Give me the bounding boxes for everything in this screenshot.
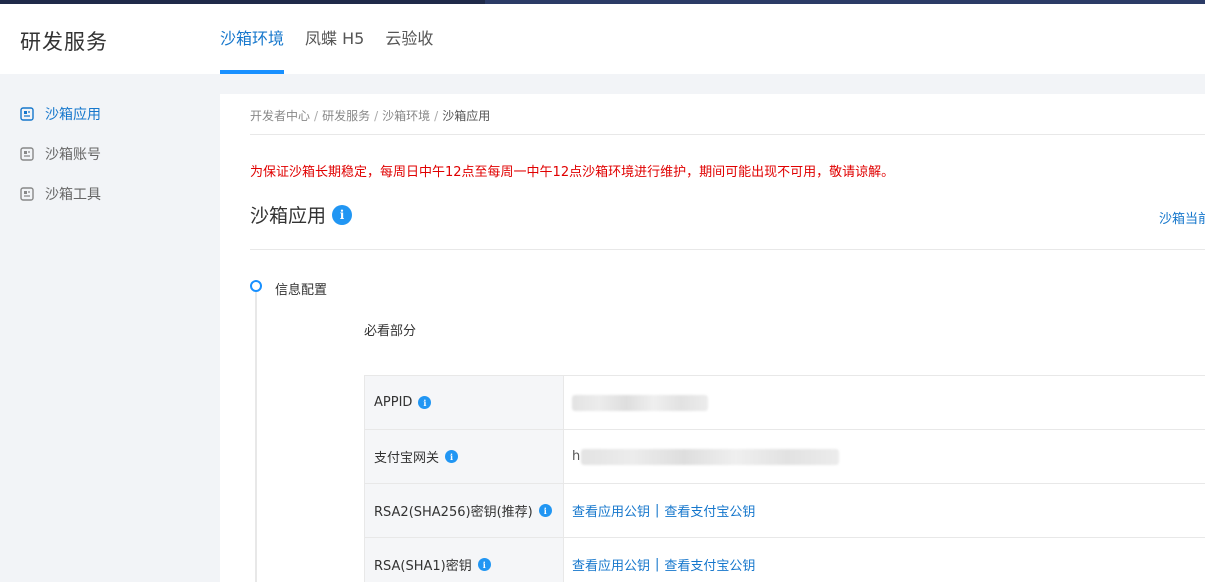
sidebar-item-label: 沙箱工具 <box>45 187 101 203</box>
view-alipay-public-key-link[interactable]: 查看支付宝公钥 <box>664 555 755 574</box>
config-value <box>564 376 1205 429</box>
info-icon[interactable]: i <box>445 450 459 463</box>
page-title-text: 沙箱应用 <box>250 205 327 227</box>
app-icon <box>20 147 34 161</box>
top-nav: 沙箱环境 凤蝶 H5 云验收 <box>220 4 454 74</box>
breadcrumb-sandbox-env[interactable]: 沙箱环境 <box>382 109 430 123</box>
breadcrumb: 开发者中心 / 研发服务 / 沙箱环境 / 沙箱应用 <box>250 107 490 124</box>
tab-sandbox[interactable]: 沙箱环境 <box>220 4 285 74</box>
config-key-label: RSA2(SHA256)密钥(推荐) <box>374 505 533 520</box>
view-app-public-key-link[interactable]: 查看应用公钥 <box>572 555 650 574</box>
tab-fengdie-h5[interactable]: 凤蝶 H5 <box>305 4 364 74</box>
sidebar-item-sandbox-tools[interactable]: 沙箱工具 <box>20 184 101 204</box>
view-alipay-public-key-link[interactable]: 查看支付宝公钥 <box>664 501 755 520</box>
section-label: 必看部分 <box>364 324 417 339</box>
breadcrumb-current: 沙箱应用 <box>442 109 491 123</box>
sidebar-item-sandbox-account[interactable]: 沙箱账号 <box>20 144 101 164</box>
link-separator: | <box>655 557 660 572</box>
sidebar-item-sandbox-app[interactable]: 沙箱应用 <box>20 104 101 124</box>
sidebar-item-label: 沙箱账号 <box>45 147 101 163</box>
header-band <box>0 74 1205 94</box>
redacted-value <box>572 394 708 411</box>
breadcrumb-developer-center[interactable]: 开发者中心 <box>250 109 310 123</box>
view-app-public-key-link[interactable]: 查看应用公钥 <box>572 501 650 520</box>
config-key-label: 支付宝网关 <box>374 451 440 466</box>
gateway-prefix: h <box>572 449 581 464</box>
timeline-line <box>255 292 257 582</box>
config-value: h <box>564 430 1205 483</box>
config-key: 支付宝网关 i <box>364 430 564 483</box>
divider <box>250 249 1205 250</box>
main-content: 开发者中心 / 研发服务 / 沙箱环境 / 沙箱应用 为保证沙箱长期稳定，每周日中午12点至… <box>220 94 1205 582</box>
tab-cloud-acceptance[interactable]: 云验收 <box>385 4 433 74</box>
page-title: 沙箱应用 i <box>250 201 353 228</box>
config-value: 查看应用公钥 | 查看支付宝公钥 <box>564 538 1205 582</box>
table-row: 支付宝网关 i h <box>364 430 1205 484</box>
info-icon[interactable]: i <box>538 504 552 517</box>
sandbox-current-link[interactable]: 沙箱当前 <box>1159 208 1205 227</box>
breadcrumb-separator: / <box>374 109 379 123</box>
config-key: RSA(SHA1)密钥 i <box>364 538 564 582</box>
config-value: 查看应用公钥 | 查看支付宝公钥 <box>564 484 1205 537</box>
header: 研发服务 沙箱环境 凤蝶 H5 云验收 <box>0 4 1205 74</box>
step-label: 信息配置 <box>275 283 328 298</box>
app-icon <box>20 187 34 201</box>
config-key-label: APPID <box>374 395 413 410</box>
timeline-dot-icon <box>250 280 262 292</box>
config-key: APPID i <box>364 376 564 429</box>
divider <box>250 134 1205 135</box>
sidebar-item-label: 沙箱应用 <box>45 107 101 123</box>
table-row: RSA(SHA1)密钥 i 查看应用公钥 | 查看支付宝公钥 <box>364 538 1205 582</box>
config-key-label: RSA(SHA1)密钥 <box>374 559 472 574</box>
app-icon <box>20 107 34 121</box>
breadcrumb-dev-services[interactable]: 研发服务 <box>322 109 370 123</box>
breadcrumb-separator: / <box>314 109 319 123</box>
config-table: APPID i 支付宝网关 i h RSA2(SHA256)密钥(推荐) i 查… <box>364 375 1205 582</box>
info-icon[interactable]: i <box>418 396 432 409</box>
link-separator: | <box>655 503 660 518</box>
info-icon[interactable]: i <box>477 558 491 571</box>
info-icon[interactable]: i <box>332 204 353 225</box>
table-row: APPID i <box>364 376 1205 430</box>
redacted-value <box>581 448 840 465</box>
brand-title: 研发服务 <box>20 30 108 54</box>
maintenance-notice: 为保证沙箱长期稳定，每周日中午12点至每周一中午12点沙箱环境进行维护，期间可能… <box>250 165 895 180</box>
table-row: RSA2(SHA256)密钥(推荐) i 查看应用公钥 | 查看支付宝公钥 <box>364 484 1205 538</box>
config-key: RSA2(SHA256)密钥(推荐) i <box>364 484 564 537</box>
sidebar: 沙箱应用 沙箱账号 沙箱工具 <box>0 94 220 582</box>
breadcrumb-separator: / <box>434 109 439 123</box>
